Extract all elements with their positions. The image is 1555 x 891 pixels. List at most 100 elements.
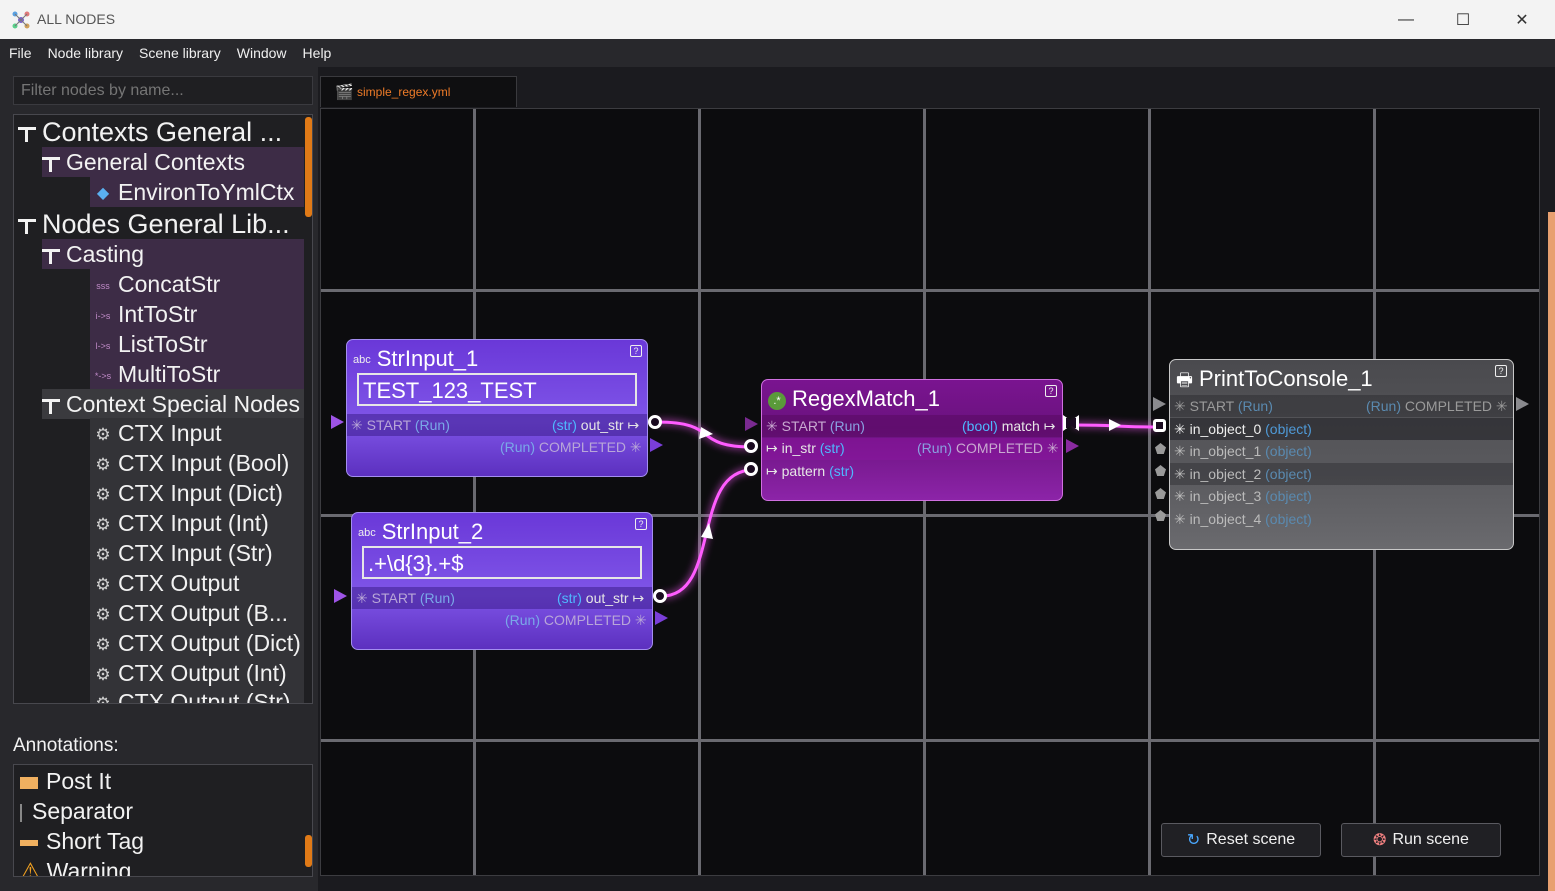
tree-item-ctx-input-bool[interactable]: ⚙ CTX Input (Bool) — [90, 448, 304, 478]
tree-group-context-special[interactable]: Context Special Nodes — [42, 389, 304, 419]
collapse-icon[interactable] — [42, 247, 60, 265]
tree-scrollbar[interactable] — [305, 117, 312, 217]
start-flow-pin[interactable] — [745, 417, 758, 431]
tree-item-ctx-output-str[interactable]: ⚙ CTX Output (Str) — [90, 687, 304, 704]
start-port[interactable]: ✳ START (Run) — [356, 588, 455, 609]
completed-flow-pin[interactable] — [650, 438, 663, 452]
tree-item-ctx-output[interactable]: ⚙ CTX Output — [90, 568, 304, 598]
ctx-node-icon: ⚙ — [95, 574, 111, 594]
collapse-icon[interactable] — [42, 155, 60, 173]
help-icon[interactable]: ? — [635, 518, 647, 530]
help-icon[interactable]: ? — [630, 345, 642, 357]
annotation-warning[interactable]: ⚠ Warning — [20, 856, 131, 876]
completed-flow-pin[interactable] — [1516, 397, 1529, 411]
tree-label: CTX Input (Dict) — [118, 480, 283, 506]
menu-node-library[interactable]: Node library — [48, 45, 123, 61]
menu-window[interactable]: Window — [237, 45, 287, 61]
node-canvas[interactable]: abc StrInput_1 ? TEST_123_TEST ✳ START (R… — [320, 108, 1540, 876]
close-button[interactable]: ✕ — [1493, 0, 1551, 39]
in-str-pin[interactable] — [744, 439, 758, 453]
completed-port[interactable]: (Run) COMPLETED ✳ — [500, 437, 642, 458]
menu-file[interactable]: File — [9, 45, 32, 61]
in-object-3-port[interactable]: ✳ in_object_3 (object) — [1174, 486, 1312, 507]
in-object-0-pin[interactable] — [1153, 419, 1166, 432]
annotations-scrollbar[interactable] — [305, 835, 312, 867]
in-object-4-port[interactable]: ✳ in_object_4 (object) — [1174, 509, 1312, 530]
menu-scene-library[interactable]: Scene library — [139, 45, 221, 61]
in-object-1-port[interactable]: ✳ in_object_1 (object) — [1174, 441, 1312, 462]
start-port[interactable]: ✳ START (Run) — [1174, 396, 1273, 417]
multi-to-str-icon: *->s — [94, 370, 112, 381]
maximize-button[interactable]: ☐ — [1434, 0, 1492, 39]
tree-label: CTX Output (Str) — [118, 689, 291, 704]
filter-nodes-input[interactable] — [13, 76, 313, 105]
tree-item-ctx-input-dict[interactable]: ⚙ CTX Input (Dict) — [90, 478, 304, 508]
tree-group-contexts[interactable]: Contexts General ... — [18, 117, 282, 147]
button-label: Reset scene — [1206, 831, 1296, 848]
in-object-0-port[interactable]: ✳ in_object_0 (object) — [1174, 419, 1312, 440]
string-value-field[interactable]: TEST_123_TEST — [357, 373, 637, 406]
start-port[interactable]: ✳ START (Run) — [766, 416, 865, 437]
out-str-pin[interactable] — [653, 589, 667, 603]
help-icon[interactable]: ? — [1045, 385, 1057, 397]
out-str-port[interactable]: (str) out_str ↦ — [552, 415, 639, 436]
start-flow-pin[interactable] — [1153, 397, 1166, 411]
node-strinput-1[interactable]: abc StrInput_1 ? TEST_123_TEST ✳ START (R… — [346, 339, 648, 477]
port-label: in_object_3 — [1189, 488, 1262, 504]
tree-item-concatstr[interactable]: sss ConcatStr — [90, 269, 304, 299]
node-printtoconsole-1[interactable]: 🖶 PrintToConsole_1 ? ✳ START (Run) (Run) … — [1169, 359, 1514, 550]
completed-flow-pin[interactable] — [1066, 439, 1079, 453]
in-str-port[interactable]: ↦ in_str (str) — [766, 438, 845, 459]
tree-item-ctx-output-int[interactable]: ⚙ CTX Output (Int) — [90, 658, 304, 688]
annotation-separator[interactable]: Separator — [20, 796, 133, 826]
annotation-post-it[interactable]: Post It — [20, 766, 111, 796]
title-bar: ALL NODES — ☐ ✕ — [0, 0, 1555, 39]
tree-item-ctx-input[interactable]: ⚙ CTX Input — [90, 418, 304, 448]
tree-item-ctx-input-int[interactable]: ⚙ CTX Input (Int) — [90, 508, 304, 538]
collapse-icon[interactable] — [18, 217, 36, 235]
port-label: COMPLETED — [543, 612, 632, 628]
completed-port[interactable]: (Run) COMPLETED ✳ — [1366, 396, 1508, 417]
match-port[interactable]: (bool) match ↦ — [962, 416, 1055, 437]
tree-item-environ-ctx[interactable]: ◆ EnvironToYmlCtx — [90, 177, 304, 207]
tree-item-ctx-output-dict[interactable]: ⚙ CTX Output (Dict) — [90, 628, 304, 658]
collapse-icon[interactable] — [18, 125, 36, 143]
annotation-short-tag[interactable]: Short Tag — [20, 826, 144, 856]
minimize-button[interactable]: — — [1377, 0, 1435, 39]
ctx-node-icon: ⚙ — [95, 454, 111, 474]
pattern-port[interactable]: ↦ pattern (str) — [766, 461, 854, 482]
node-regexmatch-1[interactable]: .* RegexMatch_1 ? ✳ START (Run) (bool) ma… — [761, 379, 1063, 501]
in-object-2-port[interactable]: ✳ in_object_2 (object) — [1174, 464, 1312, 485]
start-flow-pin[interactable] — [334, 589, 347, 603]
node-title: .* RegexMatch_1 — [768, 386, 940, 412]
annotations-list[interactable]: Post It Separator Short Tag ⚠ Warning — [13, 764, 313, 877]
port-label: in_object_4 — [1189, 511, 1262, 527]
menu-help[interactable]: Help — [303, 45, 332, 61]
tab-simple-regex[interactable]: 🎬 simple_regex.yml — [320, 76, 517, 107]
tree-item-ctx-output-bool[interactable]: ⚙ CTX Output (B... — [90, 598, 304, 628]
completed-port[interactable]: (Run) COMPLETED ✳ — [505, 610, 647, 631]
tree-group-general-contexts[interactable]: General Contexts — [42, 147, 304, 177]
start-flow-pin[interactable] — [331, 415, 344, 429]
node-strinput-2[interactable]: abc StrInput_2 ? .+\d{3}.+$ ✳ START (Run)… — [351, 512, 653, 650]
ctx-node-icon: ⚙ — [95, 634, 111, 654]
out-str-port[interactable]: (str) out_str ↦ — [557, 588, 644, 609]
tree-group-casting[interactable]: Casting — [42, 239, 304, 269]
reset-scene-button[interactable]: ↻ Reset scene — [1161, 823, 1321, 857]
run-scene-button[interactable]: ❂ Run scene — [1341, 823, 1501, 857]
tree-item-multitostr[interactable]: *->s MultiToStr — [90, 359, 304, 389]
out-str-pin[interactable] — [648, 415, 662, 429]
completed-flow-pin[interactable] — [655, 611, 668, 625]
node-tree[interactable]: Contexts General ... General Contexts ◆ E… — [13, 114, 313, 704]
ctx-node-icon: ⚙ — [95, 514, 111, 534]
pattern-pin[interactable] — [744, 462, 758, 476]
string-value-field[interactable]: .+\d{3}.+$ — [362, 546, 642, 579]
tree-group-nodes[interactable]: Nodes General Lib... — [18, 209, 290, 239]
completed-port[interactable]: (Run) COMPLETED ✳ — [917, 438, 1059, 459]
collapse-icon[interactable] — [42, 397, 60, 415]
start-port[interactable]: ✳ START (Run) — [351, 415, 450, 436]
tree-item-inttostr[interactable]: i->s IntToStr — [90, 299, 304, 329]
tree-item-ctx-input-str[interactable]: ⚙ CTX Input (Str) — [90, 538, 304, 568]
tree-item-listtostr[interactable]: l->s ListToStr — [90, 329, 304, 359]
help-icon[interactable]: ? — [1495, 365, 1507, 377]
